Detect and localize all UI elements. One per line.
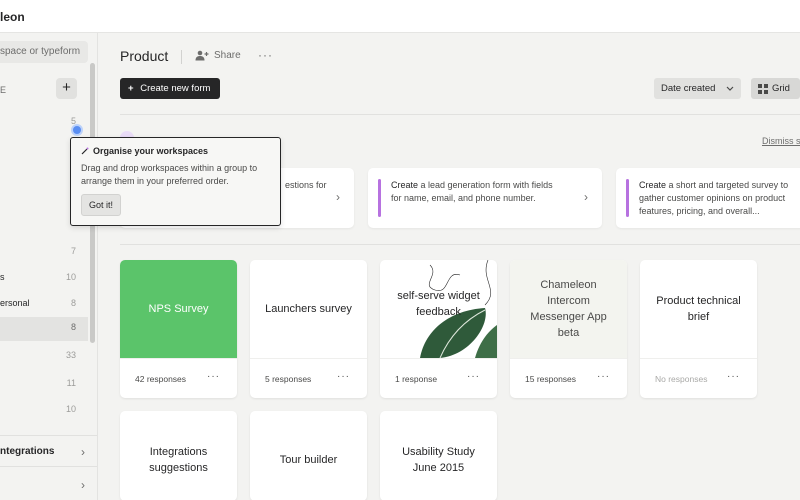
divider <box>181 50 182 64</box>
sidebar-item-workspace[interactable]: s 10 <box>0 267 88 289</box>
more-options-icon[interactable]: ··· <box>258 48 273 62</box>
form-title: Product technical brief <box>656 295 741 323</box>
response-count: 5 responses <box>265 374 312 384</box>
workspace-count: 10 <box>65 404 76 414</box>
form-card[interactable]: Tour builder <box>250 411 367 500</box>
view-toggle-button[interactable]: Grid <box>751 78 800 99</box>
workspace-count: 10 <box>65 272 76 282</box>
suggestion-card[interactable]: Create a short and targeted survey to ga… <box>616 168 800 228</box>
form-card[interactable]: NPS Survey 42 responses ··· <box>120 260 237 398</box>
suggestion-card[interactable]: Create a lead generation form with field… <box>368 168 602 228</box>
create-label: Create new form <box>140 83 211 94</box>
share-label: Share <box>214 50 241 61</box>
wand-icon <box>81 147 89 155</box>
view-label: Grid <box>772 83 790 94</box>
form-card[interactable]: Launchers survey 5 responses ··· <box>250 260 367 398</box>
tooltip-title: Organise your workspaces <box>93 146 209 156</box>
form-title: Usability Study June 2015 <box>402 446 475 474</box>
workspace-count: 8 <box>70 322 76 332</box>
sidebar-footer: ntegrations › › <box>0 435 97 500</box>
suggestion-verb: Create <box>391 180 419 190</box>
chevron-right-icon: › <box>584 190 588 204</box>
form-title: Chameleon Intercom Messenger App beta <box>510 260 627 358</box>
form-card[interactable]: Chameleon Intercom Messenger App beta 15… <box>510 260 627 398</box>
onboarding-tooltip: Organise your workspaces Drag and drop w… <box>70 137 281 226</box>
sidebar-item-workspace-active[interactable]: 8 <box>0 317 88 341</box>
accent-bar <box>378 179 381 217</box>
form-title: Integrations suggestions <box>149 446 208 474</box>
workspaces-heading: E <box>0 85 7 95</box>
divider <box>120 114 800 115</box>
plus-icon: + <box>128 83 134 94</box>
more-options-icon[interactable]: ··· <box>597 371 610 382</box>
page-title: Product <box>120 48 169 64</box>
search-input[interactable]: space or typeform <box>0 41 88 63</box>
sort-label: Date created <box>661 83 716 94</box>
add-user-icon <box>195 50 209 61</box>
app-title: leon <box>0 10 25 24</box>
form-title: NPS Survey <box>120 260 237 358</box>
sidebar-item-integrations[interactable]: ntegrations <box>0 446 54 457</box>
suggestion-text: estions for <box>285 180 327 190</box>
divider <box>120 244 800 245</box>
form-card[interactable]: Integrations suggestions <box>120 411 237 500</box>
more-options-icon[interactable]: ··· <box>727 371 740 382</box>
response-count: 42 responses <box>135 374 187 384</box>
workspace-count: 7 <box>70 246 76 256</box>
suggestion-verb: Create <box>639 180 667 190</box>
got-it-button[interactable]: Got it! <box>81 194 122 216</box>
workspace-count: 11 <box>66 378 76 388</box>
form-card[interactable]: Product technical brief No responses ··· <box>640 260 757 398</box>
more-options-icon[interactable]: ··· <box>337 371 350 382</box>
form-card[interactable]: Usability Study June 2015 <box>380 411 497 500</box>
form-title: Tour builder <box>279 454 338 466</box>
form-card[interactable]: self-serve widget feedback 1 response ··… <box>380 260 497 398</box>
response-count: No responses <box>655 374 708 384</box>
add-workspace-button[interactable]: + <box>56 78 77 99</box>
tooltip-body: Drag and drop workspaces within a group … <box>81 163 258 186</box>
sidebar-item-workspace[interactable]: 11 <box>0 373 88 395</box>
more-options-icon[interactable]: ··· <box>467 371 480 382</box>
more-options-icon[interactable]: ··· <box>207 371 220 382</box>
form-title: Launchers survey <box>265 303 352 315</box>
chevron-right-icon: › <box>336 190 340 204</box>
workspace-count: 8 <box>70 298 76 308</box>
chevron-right-icon[interactable]: › <box>81 445 85 459</box>
share-button[interactable]: Share <box>195 50 241 61</box>
dismiss-link[interactable]: Dismiss s <box>762 136 800 146</box>
sidebar-item-workspace[interactable]: 10 <box>0 399 88 421</box>
workspace-count: 33 <box>65 350 76 360</box>
sidebar-item-workspace[interactable]: 7 <box>0 241 88 263</box>
sidebar-item-workspace[interactable]: ersonal 8 <box>0 293 88 315</box>
sort-dropdown[interactable]: Date created <box>654 78 741 99</box>
divider <box>0 466 97 467</box>
sidebar-item-workspace[interactable]: 33 <box>0 345 88 367</box>
response-count: 1 response <box>395 374 438 384</box>
create-new-form-button[interactable]: + Create new form <box>120 78 220 99</box>
accent-bar <box>626 179 629 217</box>
grid-icon <box>758 83 768 94</box>
notification-dot-icon <box>71 124 83 136</box>
chevron-right-icon[interactable]: › <box>81 478 85 492</box>
response-count: 15 responses <box>525 374 577 384</box>
sidebar: space or typeform E + 5 2 7 s 10 ersonal… <box>0 33 98 500</box>
form-title: self-serve widget feedback <box>397 290 480 318</box>
chevron-down-icon <box>726 86 734 91</box>
top-bar: leon <box>0 0 800 33</box>
